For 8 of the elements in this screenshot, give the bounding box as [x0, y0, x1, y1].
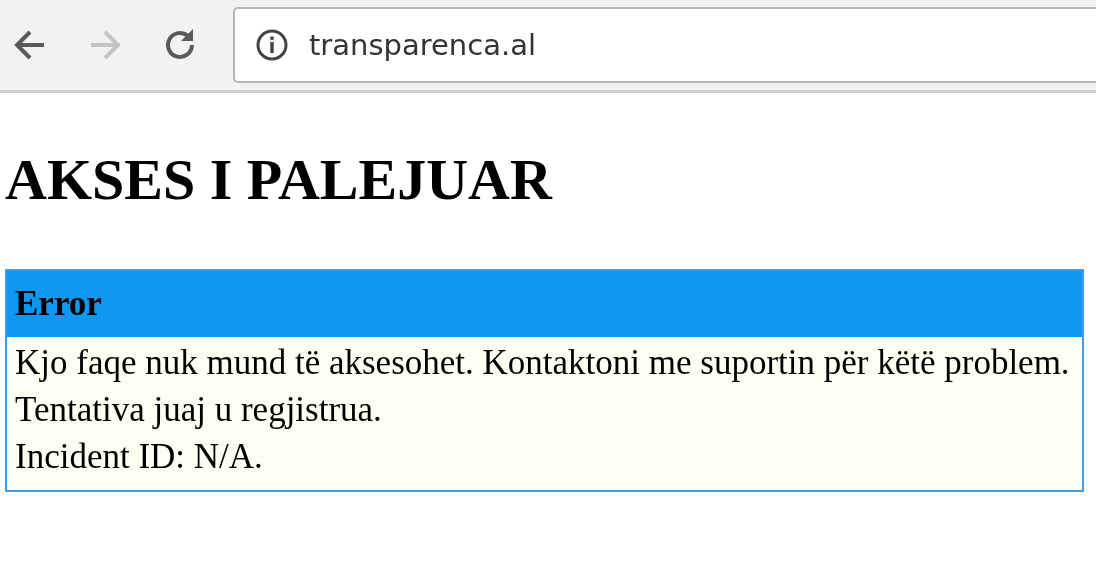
error-title: Error — [15, 284, 102, 324]
error-message: Incident ID: N/A. — [15, 436, 264, 478]
error-message: Tentativa juaj u regjistrua. — [15, 389, 383, 431]
page-heading: AKSES I PALEJUAR — [5, 151, 554, 209]
address-bar[interactable]: transparenca.al — [233, 7, 1096, 83]
error-message: Kjo faqe nuk mund të aksesohet. Kontaktoni me suportin për këtë problem. — [15, 342, 1071, 384]
url-text: transparenca.al — [309, 28, 536, 62]
info-icon[interactable] — [255, 28, 289, 62]
